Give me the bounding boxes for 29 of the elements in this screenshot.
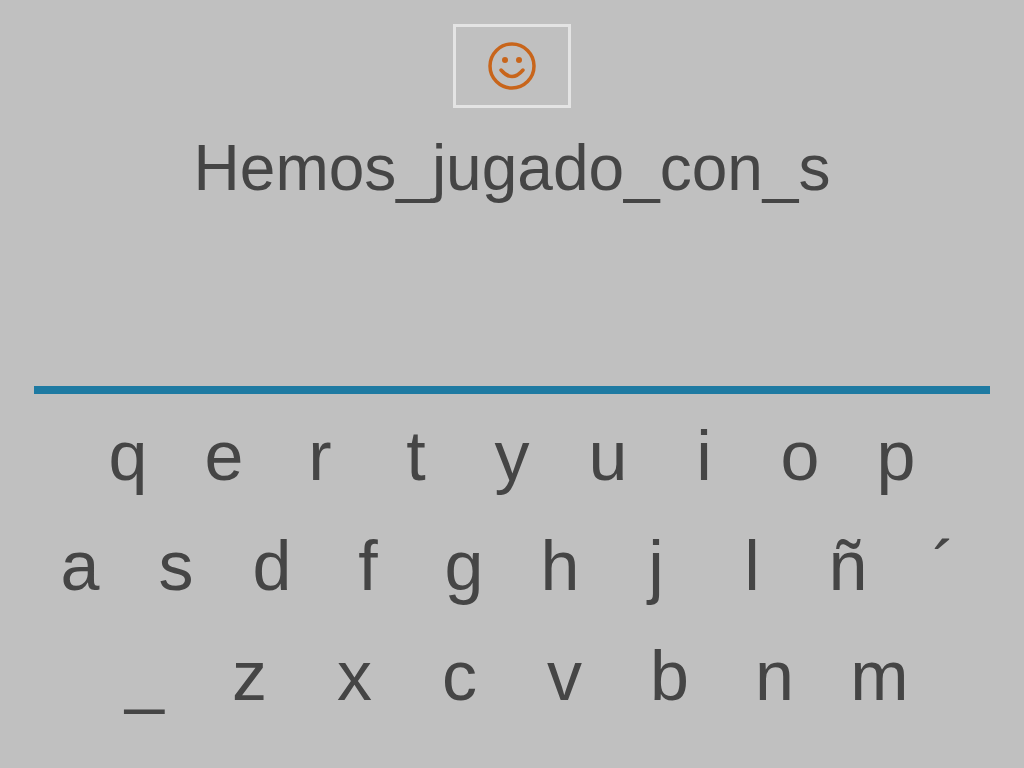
letter-key[interactable]: p [848, 416, 944, 496]
letter-key[interactable]: c [407, 636, 512, 716]
smiley-icon [487, 41, 537, 91]
letter-key[interactable]: l [704, 526, 800, 606]
letter-key[interactable]: u [560, 416, 656, 496]
letter-key[interactable]: e [176, 416, 272, 496]
letter-key[interactable]: ñ [800, 526, 896, 606]
word-display: Hemos_jugado_con_s [193, 131, 831, 206]
letter-key[interactable]: ´ [896, 526, 992, 606]
letter-key[interactable]: z [197, 636, 302, 716]
letter-key[interactable]: a [32, 526, 128, 606]
letter-key[interactable]: m [827, 636, 932, 716]
letter-key[interactable]: d [224, 526, 320, 606]
letter-key[interactable]: j [608, 526, 704, 606]
letter-key[interactable]: b [617, 636, 722, 716]
letter-key[interactable]: y [464, 416, 560, 496]
letter-key[interactable]: q [80, 416, 176, 496]
letter-key[interactable]: h [512, 526, 608, 606]
letter-key[interactable]: i [656, 416, 752, 496]
letter-key[interactable]: o [752, 416, 848, 496]
letter-key[interactable]: f [320, 526, 416, 606]
letter-key[interactable]: n [722, 636, 827, 716]
letter-key[interactable]: _ [92, 636, 197, 716]
letter-key[interactable]: r [272, 416, 368, 496]
letter-key[interactable]: s [128, 526, 224, 606]
letter-key[interactable]: v [512, 636, 617, 716]
letter-key[interactable]: x [302, 636, 407, 716]
letter-key[interactable]: g [416, 526, 512, 606]
letter-key[interactable]: t [368, 416, 464, 496]
